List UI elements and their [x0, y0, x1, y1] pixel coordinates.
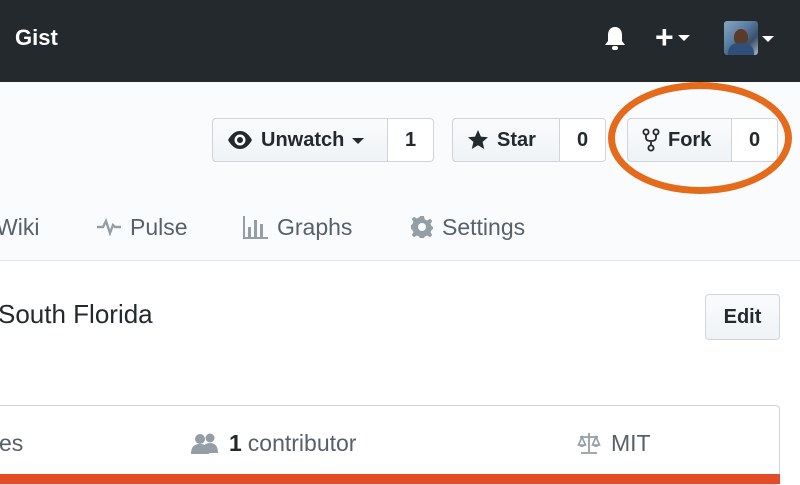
eye-icon: [228, 131, 252, 149]
repo-description: South Florida: [0, 299, 153, 329]
summary-item-partial[interactable]: es: [0, 426, 23, 460]
global-header: Gist +: [0, 0, 800, 82]
repo-forked-icon: [642, 128, 660, 152]
tab-label: Settings: [442, 213, 526, 240]
fork-label: Fork: [668, 128, 712, 151]
tab-pulse[interactable]: Pulse: [96, 204, 188, 250]
forks-count[interactable]: 0: [732, 118, 778, 162]
edit-description-button[interactable]: Edit: [705, 294, 780, 340]
watch-button-group: Unwatch 1: [212, 118, 434, 164]
caret-down-icon: [677, 35, 690, 41]
unwatch-button[interactable]: Unwatch: [212, 118, 388, 162]
license-label: MIT: [611, 429, 651, 456]
graph-icon: [243, 216, 268, 239]
people-icon: [191, 433, 218, 454]
tab-label: Graphs: [277, 213, 353, 240]
gear-icon: [411, 216, 433, 238]
contributors-label: contributor: [247, 429, 357, 456]
fork-button[interactable]: Fork: [627, 118, 732, 162]
summary-contributors[interactable]: 1 contributor: [191, 426, 356, 460]
star-label: Star: [497, 128, 536, 151]
law-icon: [577, 433, 601, 454]
language-bar: [0, 474, 780, 484]
notifications-bell-icon[interactable]: [601, 24, 629, 52]
unwatch-label: Unwatch: [261, 128, 345, 151]
tab-label: Pulse: [130, 213, 188, 240]
tab-graphs[interactable]: Graphs: [243, 204, 352, 250]
pulse-icon: [97, 218, 121, 236]
tab-settings[interactable]: Settings: [410, 204, 525, 250]
avatar: [724, 21, 758, 55]
summary-left-text: es: [0, 429, 24, 456]
fork-button-group: Fork 0: [627, 118, 778, 164]
gist-link[interactable]: Gist: [15, 24, 58, 52]
user-menu[interactable]: [724, 20, 784, 56]
tab-label: Wiki: [0, 213, 40, 240]
summary-license[interactable]: MIT: [577, 426, 651, 460]
watchers-count[interactable]: 1: [388, 118, 434, 162]
repo-summary: es 1 contributor MIT: [0, 405, 780, 485]
star-button-group: Star 0: [452, 118, 606, 164]
tab-wiki[interactable]: Wiki: [0, 204, 39, 250]
caret-down-icon: [352, 138, 365, 144]
star-icon: [468, 130, 488, 149]
create-new-menu[interactable]: +: [655, 19, 701, 55]
contributors-count: 1: [229, 429, 242, 456]
plus-icon: +: [655, 19, 674, 55]
star-button[interactable]: Star: [452, 118, 560, 162]
repo-nav: Wiki Pulse Graphs Settings: [0, 204, 800, 250]
caret-down-icon: [762, 36, 774, 42]
stargazers-count[interactable]: 0: [560, 118, 606, 162]
